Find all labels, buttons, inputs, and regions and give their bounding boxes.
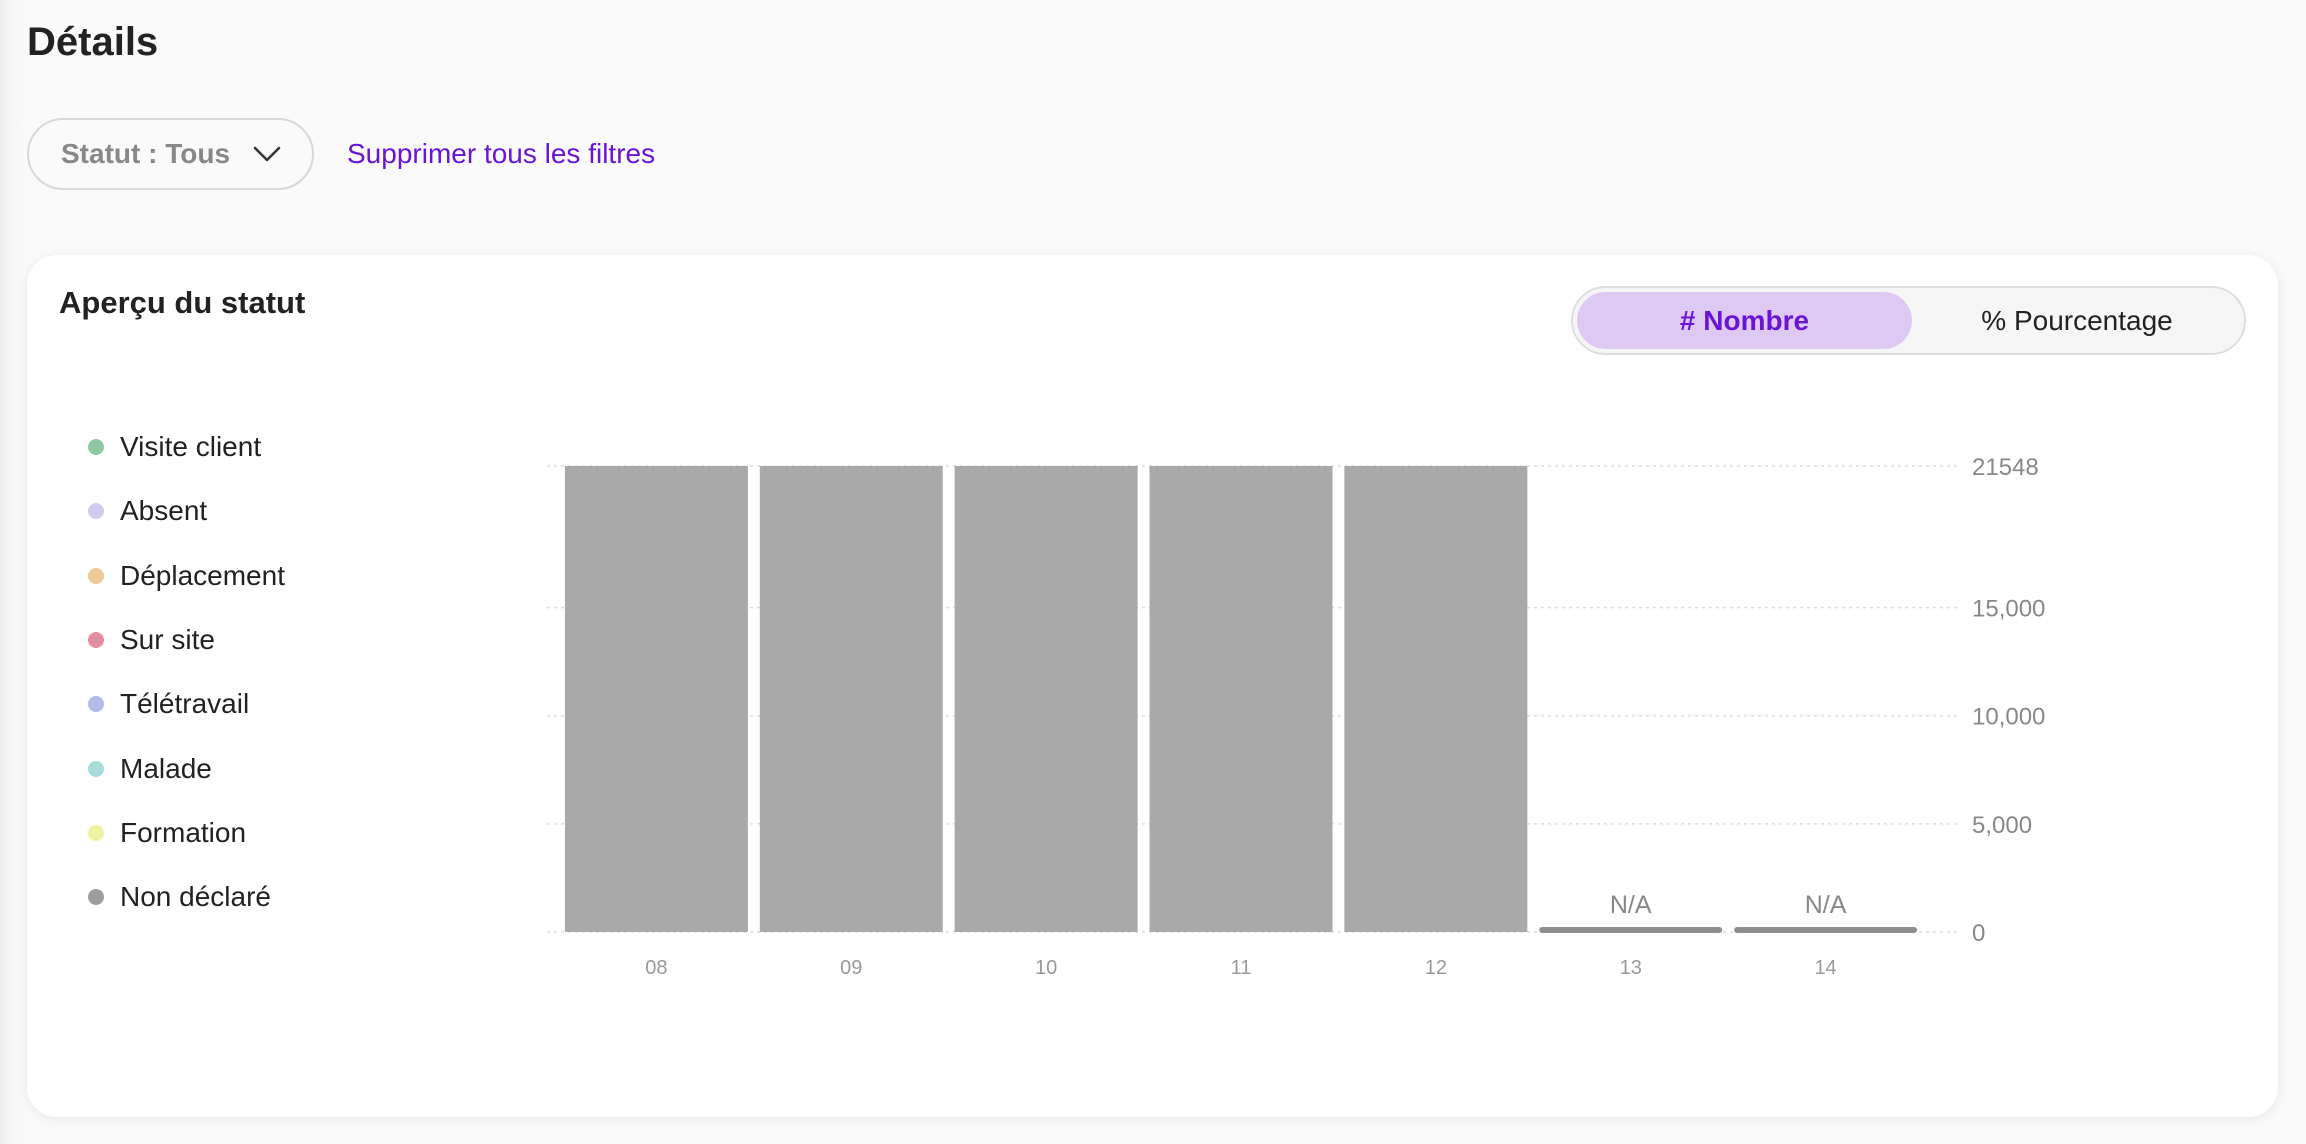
legend-dot-icon	[88, 760, 104, 777]
legend-item[interactable]: Formation	[88, 801, 285, 865]
status-filter-dropdown[interactable]: Statut : Tous	[27, 118, 314, 190]
legend-dot-icon	[88, 824, 104, 841]
card-title: Aperçu du statut	[59, 285, 306, 320]
legend-dot-icon	[88, 889, 104, 906]
legend-label: Déplacement	[120, 559, 285, 591]
legend-label: Sur site	[120, 624, 215, 656]
chevron-down-icon	[252, 139, 282, 169]
chart-legend: Visite client Absent Déplacement Sur site Té…	[88, 415, 285, 929]
bar	[1344, 466, 1528, 932]
status-bar-chart: 0 5,000 10,000 15,000 21548 08 09 10 11 12 N/A 13 N/…	[547, 454, 2045, 979]
count-percent-toggle: # Nombre % Pourcentage	[1571, 286, 2246, 355]
y-tick-label: 5,000	[1972, 812, 2032, 839]
legend-item[interactable]: Malade	[88, 736, 285, 800]
legend-item[interactable]: Télétravail	[88, 672, 285, 736]
y-tick-label: 10,000	[1972, 704, 2045, 731]
x-tick-label: 11	[1231, 957, 1252, 979]
x-tick-label: 14	[1814, 957, 1836, 979]
status-filter-label: Statut : Tous	[61, 138, 231, 169]
toggle-count-button[interactable]: # Nombre	[1577, 292, 1912, 349]
x-tick-label: 12	[1425, 957, 1447, 979]
clear-filters-link[interactable]: Supprimer tous les filtres	[347, 138, 655, 170]
legend-label: Malade	[120, 752, 212, 784]
page-title: Détails	[27, 20, 159, 64]
toggle-percent-button[interactable]: % Pourcentage	[1912, 292, 2242, 349]
legend-dot-icon	[88, 439, 104, 456]
bar-empty	[1539, 927, 1723, 933]
bar-empty	[1734, 927, 1918, 933]
legend-label: Formation	[120, 816, 247, 848]
x-tick-label: 08	[645, 957, 667, 979]
status-overview-card: Aperçu du statut # Nombre % Pourcentage …	[27, 255, 2278, 1117]
bar-value-label: N/A	[1805, 891, 1847, 919]
x-tick-label: 10	[1035, 957, 1057, 979]
legend-item[interactable]: Absent	[88, 479, 285, 543]
legend-dot-icon	[88, 503, 104, 520]
y-tick-label: 15,000	[1972, 596, 2045, 623]
bar	[954, 466, 1138, 932]
legend-dot-icon	[88, 567, 104, 584]
bar	[564, 466, 748, 932]
bar-value-label: N/A	[1610, 891, 1652, 919]
legend-label: Non déclaré	[120, 881, 271, 913]
bar	[1149, 466, 1333, 932]
legend-label: Visite client	[120, 431, 262, 463]
x-tick-label: 09	[840, 957, 862, 979]
y-tick-label: 0	[1972, 920, 1985, 947]
x-tick-label: 13	[1620, 957, 1642, 979]
legend-item[interactable]: Visite client	[88, 415, 285, 479]
bar	[759, 466, 943, 932]
legend-dot-icon	[88, 696, 104, 713]
legend-dot-icon	[88, 632, 104, 649]
legend-label: Absent	[120, 495, 208, 527]
y-tick-label: 21548	[1972, 454, 2039, 481]
filter-bar: Statut : Tous Supprimer tous les filtres	[27, 118, 655, 190]
legend-item[interactable]: Déplacement	[88, 544, 285, 608]
legend-item[interactable]: Non déclaré	[88, 865, 285, 929]
legend-label: Télétravail	[120, 688, 250, 720]
legend-item[interactable]: Sur site	[88, 608, 285, 672]
